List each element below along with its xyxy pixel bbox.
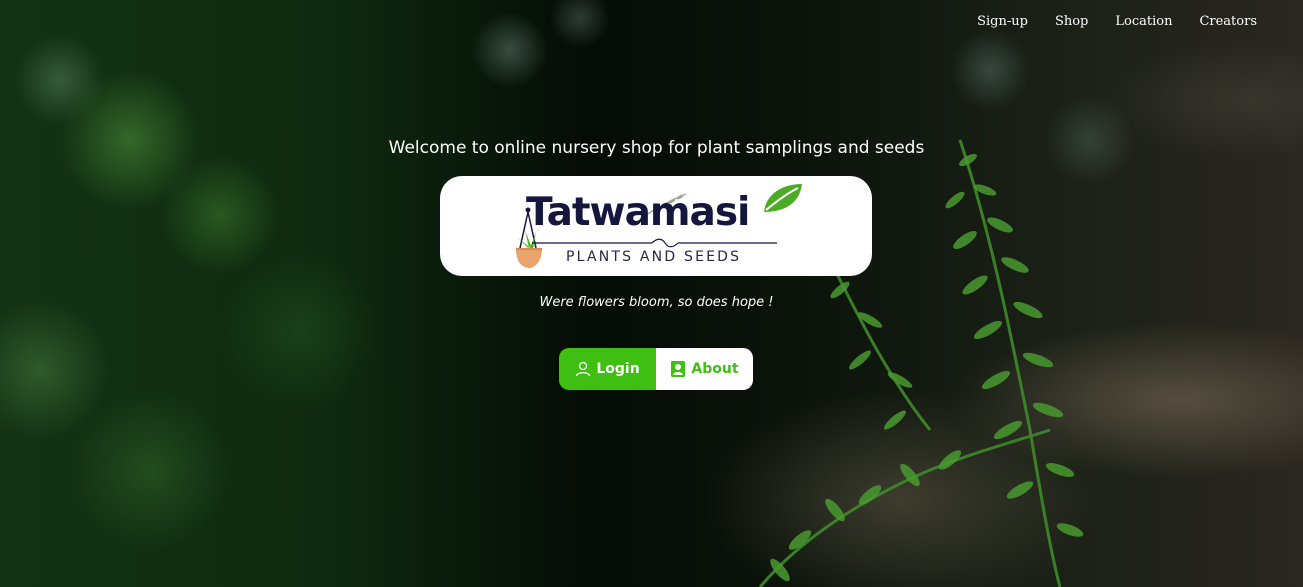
nav-creators-link[interactable]: Creators <box>1199 14 1257 29</box>
about-label: About <box>691 361 739 377</box>
top-navigation: Sign-up Shop Location Creators <box>950 14 1257 29</box>
logo-divider <box>532 238 777 248</box>
action-buttons: Login About <box>559 348 753 390</box>
logo-title: Tatwamasi <box>526 190 750 235</box>
logo-card: Tatwamasi PLANTS AND SEEDS <box>440 176 872 276</box>
nav-signup-link[interactable]: Sign-up <box>977 14 1028 29</box>
login-label: Login <box>596 361 640 377</box>
nav-location-link[interactable]: Location <box>1115 14 1172 29</box>
contact-card-icon <box>671 361 686 377</box>
login-button[interactable]: Login <box>559 348 656 390</box>
fern-decoration <box>758 139 1084 587</box>
welcome-heading: Welcome to online nursery shop for plant… <box>388 138 925 158</box>
nav-shop-link[interactable]: Shop <box>1055 14 1088 29</box>
user-icon <box>576 361 591 377</box>
logo-subtitle: PLANTS AND SEEDS <box>566 249 742 265</box>
tagline: Were flowers bloom, so does hope ! <box>539 295 774 310</box>
leaf-icon <box>764 184 802 212</box>
about-button[interactable]: About <box>656 348 753 390</box>
